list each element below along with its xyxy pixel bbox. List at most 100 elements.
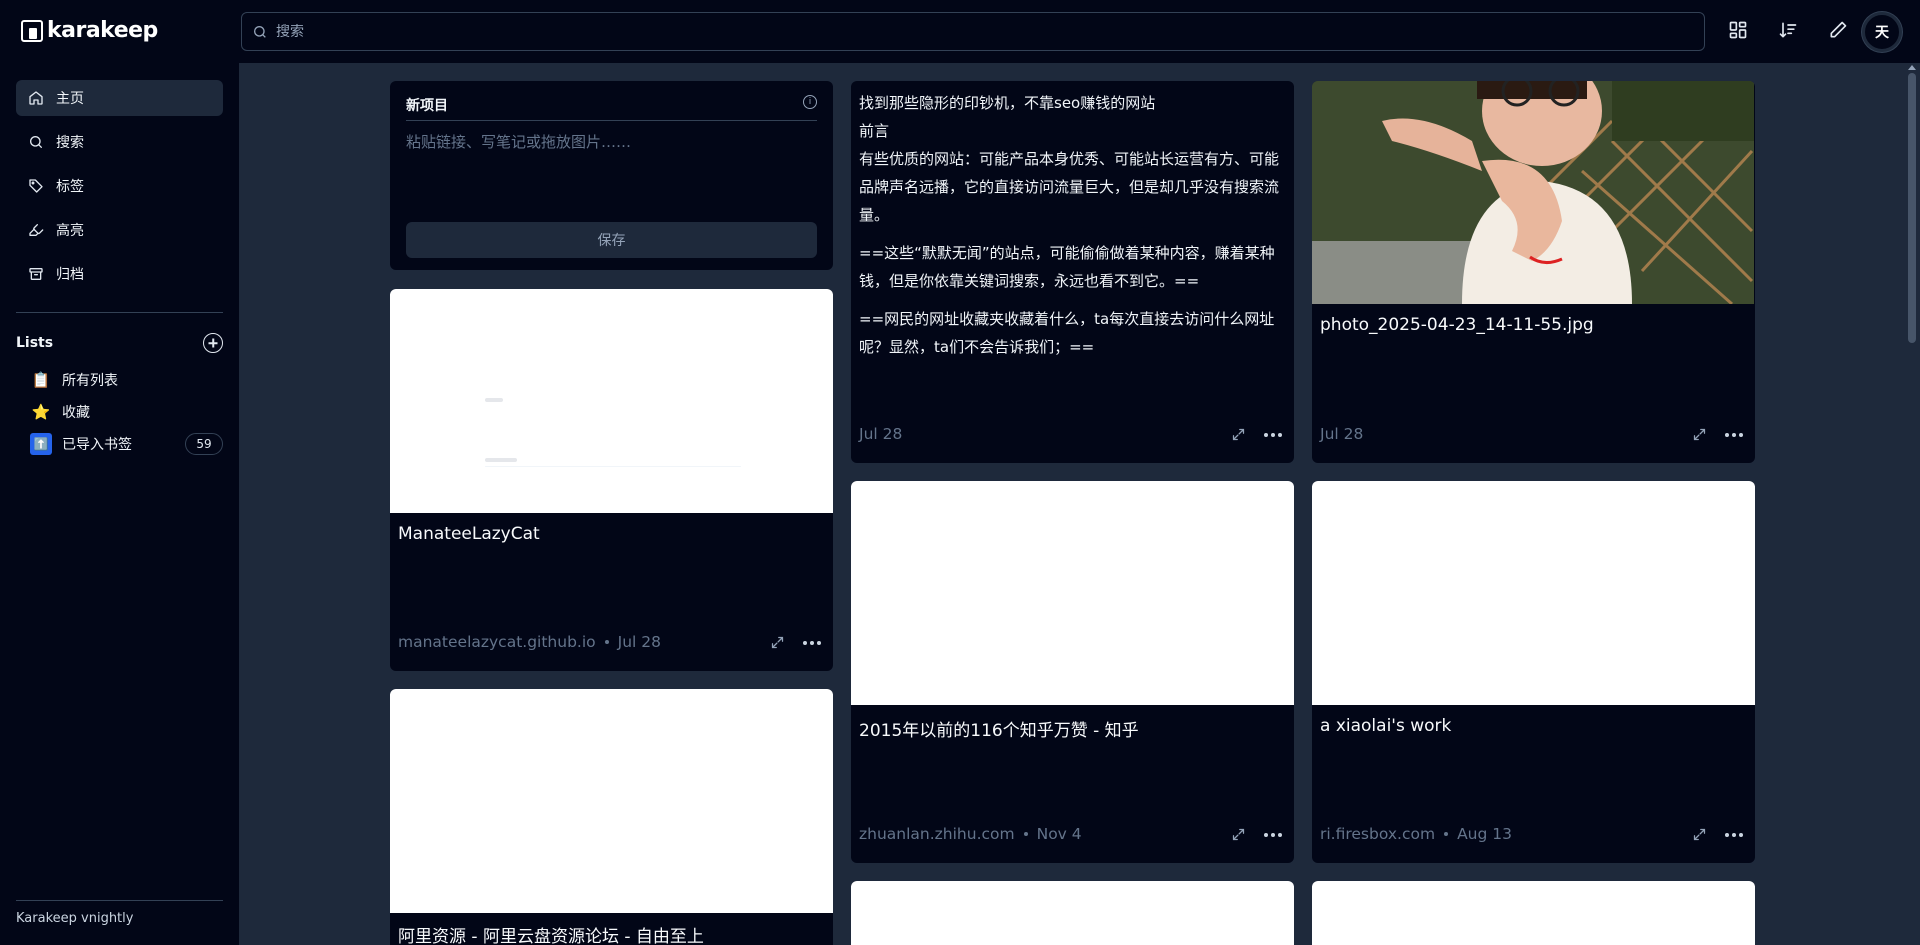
sort-button[interactable] bbox=[1778, 20, 1798, 40]
note-line: 找到那些隐形的印钞机，不靠seo赚钱的网站 bbox=[859, 94, 1156, 112]
note-date: Jul 28 bbox=[859, 425, 903, 443]
bookmark-card-xiaolai[interactable]: a xiaolai's work ri.firesbox.com Aug 13 bbox=[1312, 481, 1755, 863]
app-name: karakeep bbox=[47, 18, 158, 43]
bookmark-thumbnail[interactable] bbox=[851, 481, 1294, 705]
bookmark-meta: manateelazycat.github.io Jul 28 bbox=[398, 633, 661, 651]
list-label: 收藏 bbox=[62, 405, 90, 421]
bookmark-card-partial[interactable] bbox=[851, 881, 1294, 945]
add-list-icon[interactable] bbox=[203, 333, 223, 353]
bookmark-title[interactable]: a xiaolai's work bbox=[1320, 716, 1451, 736]
nav-item-highlights[interactable]: 高亮 bbox=[16, 212, 223, 248]
save-button[interactable]: 保存 bbox=[406, 222, 817, 258]
thumbnail-detail bbox=[485, 458, 517, 462]
note-line: 前言 bbox=[859, 122, 890, 140]
nav-item-home[interactable]: 主页 bbox=[16, 80, 223, 116]
nav-item-tags[interactable]: 标签 bbox=[16, 168, 223, 204]
list-item-favorites[interactable]: ⭐ 收藏 bbox=[30, 398, 223, 426]
expand-icon[interactable] bbox=[1231, 827, 1246, 842]
list-label: 所有列表 bbox=[62, 373, 118, 389]
photo-thumbnail[interactable] bbox=[1312, 81, 1754, 304]
up-arrow-icon: ⬆️ bbox=[30, 433, 52, 455]
expand-icon[interactable] bbox=[770, 635, 785, 650]
note-line: ==网民的网址收藏夹收藏着什么，ta每次直接去访问什么网址呢？显然，ta们不会告… bbox=[859, 310, 1275, 356]
bookmark-card-partial[interactable] bbox=[1312, 881, 1755, 945]
pencil-icon bbox=[1830, 21, 1847, 38]
main-nav: 主页 搜索 标签 高亮 归档 bbox=[16, 80, 223, 300]
tag-icon bbox=[29, 179, 43, 193]
bookmark-title[interactable]: 阿里资源 - 阿里云盘资源论坛 - 自由至上 bbox=[398, 922, 704, 945]
scroll-thumb[interactable] bbox=[1908, 73, 1916, 343]
bookmark-thumbnail[interactable] bbox=[851, 881, 1294, 945]
expand-icon[interactable] bbox=[1231, 427, 1246, 442]
search-input[interactable] bbox=[276, 23, 1676, 40]
clipboard-icon: 📋 bbox=[31, 371, 51, 389]
lists-header: Lists bbox=[16, 333, 223, 353]
bookmark-date: Jul 28 bbox=[617, 633, 661, 651]
meta-separator bbox=[1023, 832, 1028, 836]
thumbnail-detail bbox=[485, 398, 503, 402]
bookmark-card-manatee[interactable]: ManateeLazyCat manateelazycat.github.io … bbox=[390, 289, 833, 671]
new-item-input[interactable] bbox=[406, 131, 816, 201]
user-avatar[interactable]: 天 bbox=[1862, 12, 1902, 52]
bookmark-thumbnail[interactable] bbox=[1312, 881, 1755, 945]
nav-item-archive[interactable]: 归档 bbox=[16, 256, 223, 292]
bookmark-date: Aug 13 bbox=[1457, 825, 1512, 843]
bookmark-card-aliyun[interactable]: 阿里资源 - 阿里云盘资源论坛 - 自由至上 bbox=[390, 689, 833, 945]
new-item-header: 新项目 i bbox=[406, 95, 817, 121]
expand-icon[interactable] bbox=[1692, 427, 1707, 442]
bookmark-title[interactable]: photo_2025-04-23_14-11-55.jpg bbox=[1320, 315, 1594, 335]
list-count-badge: 59 bbox=[185, 433, 223, 455]
note-content[interactable]: 找到那些隐形的印钞机，不靠seo赚钱的网站 前言 有些优质的网站：可能产品本身优… bbox=[859, 89, 1286, 361]
app-version: Karakeep vnightly bbox=[16, 911, 134, 926]
top-bar: 天 bbox=[239, 0, 1920, 63]
more-options-icon[interactable] bbox=[1264, 832, 1282, 837]
highlighter-icon bbox=[29, 224, 44, 236]
bookmark-card-photo[interactable]: photo_2025-04-23_14-11-55.jpg Jul 28 bbox=[1312, 81, 1755, 463]
more-options-icon[interactable] bbox=[1264, 432, 1282, 437]
more-options-icon[interactable] bbox=[1725, 432, 1743, 437]
sort-icon bbox=[1779, 22, 1797, 38]
bookmark-meta: Jul 28 bbox=[1320, 425, 1363, 443]
list-label: 已导入书签 bbox=[62, 437, 132, 453]
search-bar[interactable] bbox=[241, 12, 1705, 51]
bookmark-thumbnail[interactable] bbox=[390, 689, 833, 913]
bookmark-source[interactable]: zhuanlan.zhihu.com bbox=[859, 825, 1015, 843]
note-line: 有些优质的网站：可能产品本身优秀、可能站长运营有方、可能品牌声名远播，它的直接访… bbox=[859, 150, 1280, 224]
nav-item-search[interactable]: 搜索 bbox=[16, 124, 223, 160]
new-item-card: 新项目 i 保存 bbox=[390, 81, 833, 270]
nav-label: 标签 bbox=[56, 179, 84, 195]
more-options-icon[interactable] bbox=[803, 640, 821, 645]
note-meta: Jul 28 bbox=[859, 425, 902, 443]
info-icon[interactable]: i bbox=[803, 95, 817, 109]
bookmark-actions bbox=[770, 635, 821, 650]
nav-label: 主页 bbox=[56, 91, 84, 107]
note-card[interactable]: 找到那些隐形的印钞机，不靠seo赚钱的网站 前言 有些优质的网站：可能产品本身优… bbox=[851, 81, 1294, 463]
search-icon bbox=[30, 136, 42, 148]
lists-title: Lists bbox=[16, 335, 54, 351]
main-scrollbar[interactable] bbox=[1904, 63, 1920, 945]
bookmark-title[interactable]: 2015年以前的116个知乎万赞 - 知乎 bbox=[859, 716, 1139, 741]
photo-image bbox=[1312, 81, 1754, 304]
list-item-all-lists[interactable]: 📋 所有列表 bbox=[30, 366, 223, 394]
app-logo[interactable]: karakeep bbox=[21, 18, 158, 43]
scroll-up-icon[interactable] bbox=[1908, 65, 1916, 70]
bookmark-date: Nov 4 bbox=[1036, 825, 1082, 843]
bookmark-thumbnail[interactable] bbox=[1312, 481, 1755, 705]
expand-icon[interactable] bbox=[1692, 827, 1707, 842]
bookmark-card-zhihu[interactable]: 2015年以前的116个知乎万赞 - 知乎 zhuanlan.zhihu.com… bbox=[851, 481, 1294, 863]
edit-mode-button[interactable] bbox=[1828, 20, 1848, 40]
list-item-imported[interactable]: ⬆️ 已导入书签 59 bbox=[30, 430, 223, 458]
home-icon bbox=[29, 91, 43, 105]
bookmark-source[interactable]: ri.firesbox.com bbox=[1320, 825, 1435, 843]
bookmark-source[interactable]: manateelazycat.github.io bbox=[398, 633, 596, 651]
nav-label: 搜索 bbox=[56, 135, 84, 151]
bookmark-actions bbox=[1692, 427, 1743, 442]
thumbnail-detail bbox=[485, 466, 741, 467]
more-options-icon[interactable] bbox=[1725, 832, 1743, 837]
sidebar-footer-divider bbox=[16, 900, 223, 901]
nav-label: 高亮 bbox=[56, 223, 84, 239]
bookmark-title[interactable]: ManateeLazyCat bbox=[398, 524, 540, 544]
layout-toggle-button[interactable] bbox=[1728, 20, 1748, 40]
bookmark-thumbnail[interactable] bbox=[390, 289, 833, 513]
search-icon bbox=[253, 25, 266, 38]
